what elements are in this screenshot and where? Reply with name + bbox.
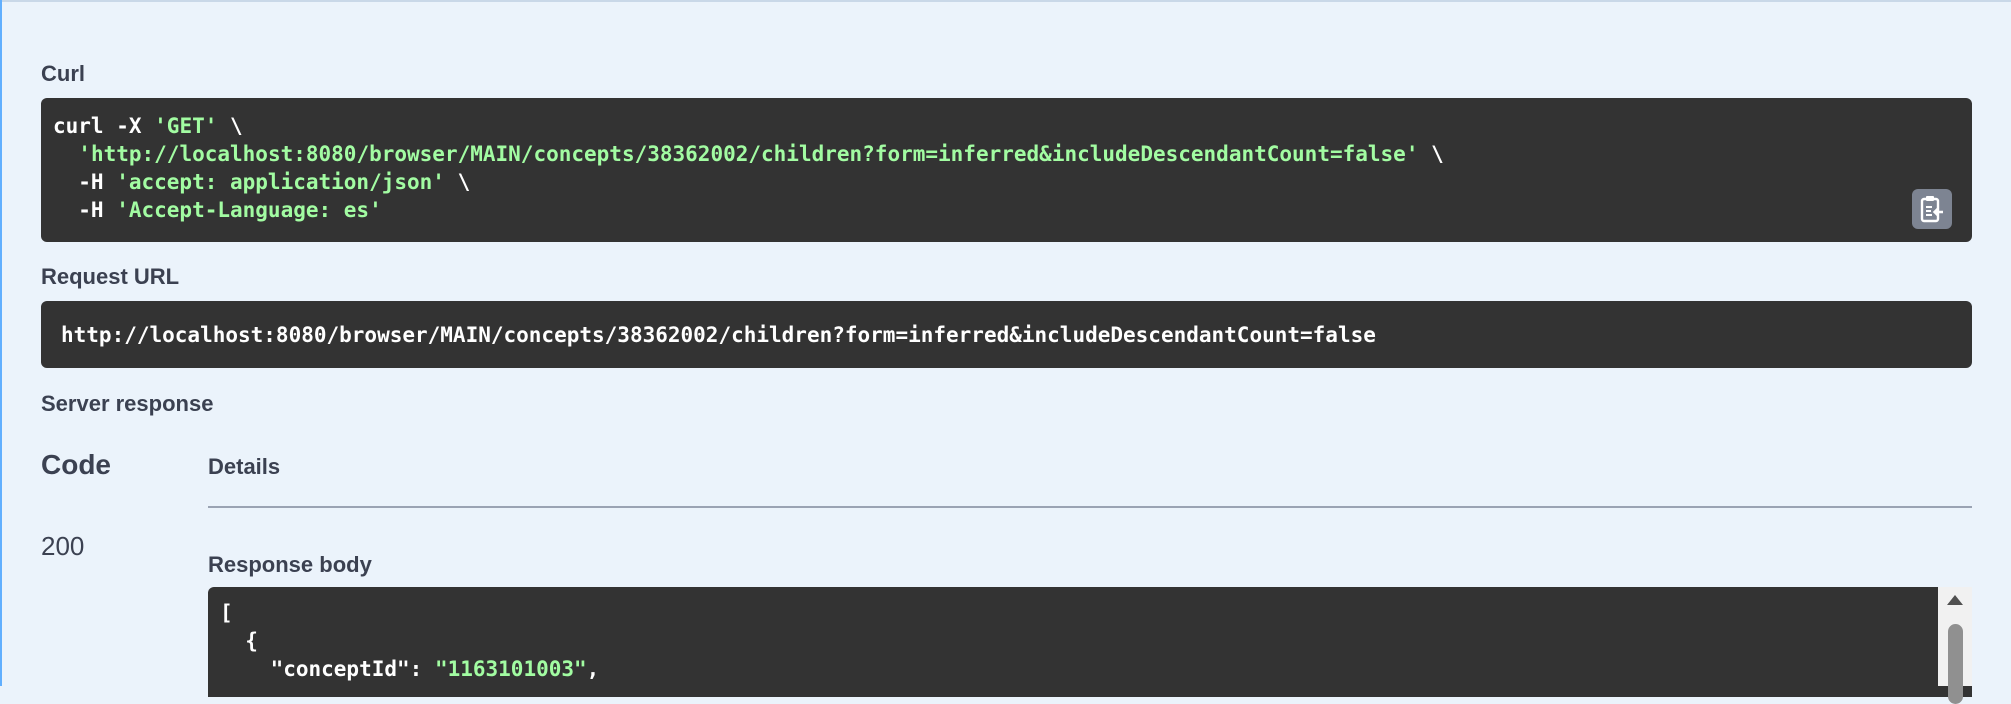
details-column-header: Details [208, 454, 281, 479]
json-string-value: "1163101003" [434, 657, 587, 681]
request-url-block[interactable]: http://localhost:8080/browser/MAIN/conce… [41, 301, 1972, 368]
json-punctuation: , [586, 657, 600, 681]
response-scrollbar[interactable] [1938, 587, 1972, 704]
table-header-divider [208, 506, 1972, 508]
curl-header-flag: -H [53, 170, 117, 194]
curl-header-flag: -H [53, 198, 117, 222]
curl-header-value: 'Accept-Language: es' [116, 198, 382, 222]
curl-cmd: curl -X [53, 114, 155, 138]
server-response-label: Server response [41, 391, 214, 416]
request-url-label: Request URL [41, 264, 180, 289]
response-line: [ [220, 601, 233, 625]
clipboard-copy-icon [1920, 196, 1943, 223]
curl-continuation: \ [1418, 142, 1444, 166]
curl-label: Curl [41, 61, 85, 86]
left-accent-border [0, 0, 2, 686]
curl-method: 'GET' [154, 114, 218, 138]
curl-line-4: -H 'Accept-Language: es' [53, 196, 1960, 224]
top-border [0, 0, 2011, 2]
curl-indent [53, 142, 78, 166]
curl-header-value: 'accept: application/json' [116, 170, 445, 194]
request-url-value[interactable]: http://localhost:8080/browser/MAIN/conce… [61, 323, 1376, 347]
curl-url: 'http://localhost:8080/browser/MAIN/conc… [78, 142, 1419, 166]
curl-line-1: curl -X 'GET' \ [53, 112, 1960, 140]
scrollbar-thumb[interactable] [1948, 624, 1963, 704]
curl-line-2: 'http://localhost:8080/browser/MAIN/conc… [53, 140, 1960, 168]
scroll-up-arrow-icon[interactable] [1947, 595, 1963, 605]
curl-continuation: \ [217, 114, 243, 138]
response-line: { [220, 629, 258, 653]
copy-to-clipboard-button[interactable] [1912, 189, 1952, 229]
curl-line-3: -H 'accept: application/json' \ [53, 168, 1960, 196]
response-status-code: 200 [41, 531, 85, 561]
response-body-code-block[interactable]: [ { "conceptId": "1163101003", [208, 587, 1972, 697]
code-column-header: Code [41, 449, 111, 480]
json-key: "conceptId": [220, 657, 435, 681]
curl-continuation: \ [444, 170, 471, 194]
curl-code-block[interactable]: curl -X 'GET' \ 'http://localhost:8080/b… [41, 98, 1972, 242]
response-body-label: Response body [208, 552, 372, 577]
response-line: "conceptId": "1163101003", [220, 655, 1960, 683]
